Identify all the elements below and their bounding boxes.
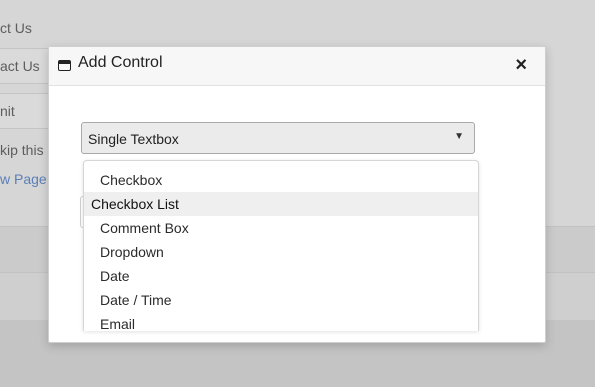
bg-link-new-page: w Page [0,171,47,187]
bg-text-contact-us-2: act Us [0,58,40,74]
bg-text-contact-us: ct Us [0,20,32,36]
close-button[interactable]: × [515,55,527,75]
bg-text-skip: kip this p [0,142,56,158]
window-icon [58,60,71,71]
option-date[interactable]: Date [84,264,478,288]
control-type-select[interactable]: Single Textbox ▼ [81,122,475,154]
modal-title: Add Control [78,54,163,71]
option-comment-box[interactable]: Comment Box [84,216,478,240]
add-control-modal: Add Control × Single Textbox ▼ Checkbox … [48,46,546,343]
option-email[interactable]: Email [84,312,478,331]
select-value: Single Textbox [88,131,179,147]
control-type-dropdown-list[interactable]: Checkbox Checkbox List Comment Box Dropd… [83,160,479,331]
option-date-time[interactable]: Date / Time [84,288,478,312]
option-checkbox-list[interactable]: Checkbox List [84,192,478,216]
caret-down-icon: ▼ [454,131,464,142]
bg-text-submit: nit [0,103,15,119]
option-dropdown[interactable]: Dropdown [84,240,478,264]
option-checkbox[interactable]: Checkbox [84,168,478,192]
modal-header: Add Control × [49,47,545,86]
